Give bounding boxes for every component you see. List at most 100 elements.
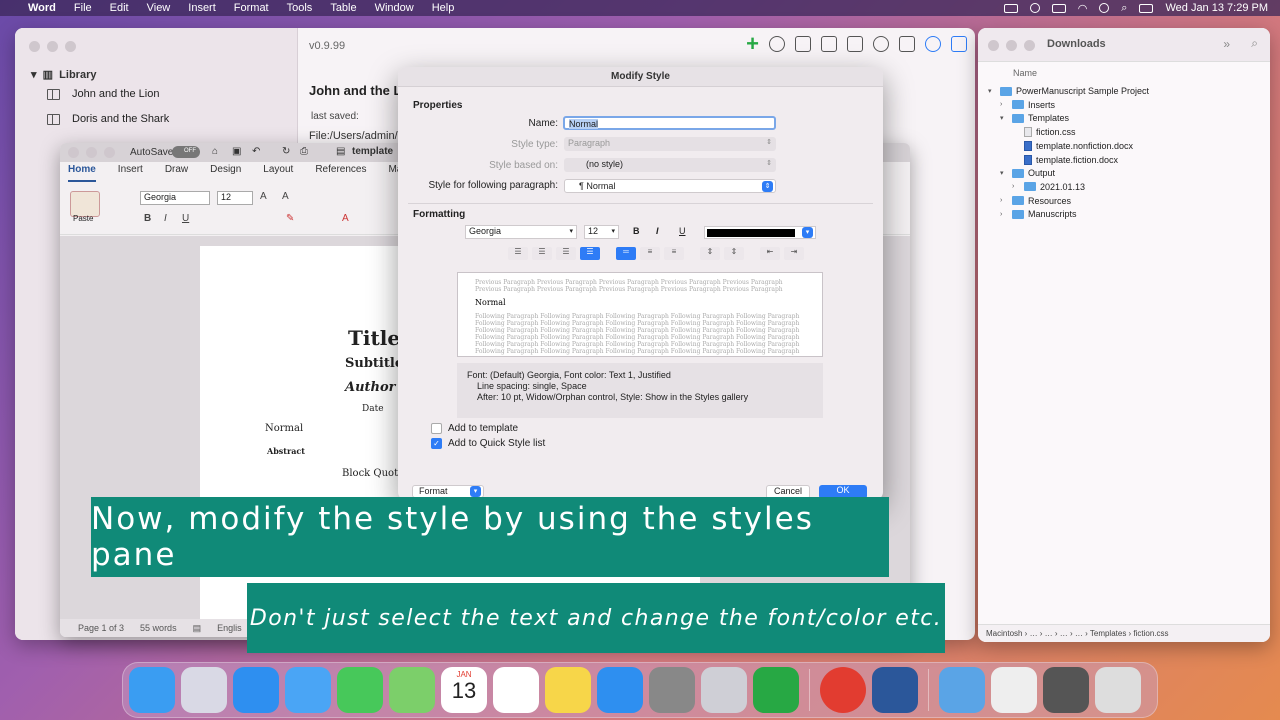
disclosure-closed-icon[interactable]: ›: [1000, 211, 1008, 218]
shield-icon[interactable]: [951, 36, 967, 52]
finder-row[interactable]: ▾ Templates: [1000, 113, 1069, 123]
tab-draw[interactable]: Draw: [165, 164, 188, 182]
finder-icon[interactable]: [129, 667, 175, 713]
tab-insert[interactable]: Insert: [118, 164, 143, 182]
menu-table[interactable]: Table: [330, 2, 356, 14]
finder-row[interactable]: fiction.css: [1012, 127, 1076, 138]
vim-icon[interactable]: [753, 667, 799, 713]
wifi-icon[interactable]: ◠: [1078, 2, 1088, 15]
tab-layout[interactable]: Layout: [263, 164, 293, 182]
battery-icon[interactable]: [1051, 3, 1066, 13]
calendar-icon[interactable]: JAN 13: [441, 667, 487, 713]
proofing-icon[interactable]: ▤: [193, 623, 202, 634]
safari-icon[interactable]: [233, 667, 279, 713]
add-template-checkbox[interactable]: [431, 423, 442, 434]
gear-icon[interactable]: [769, 36, 785, 52]
finder-row[interactable]: › Manuscripts: [1000, 209, 1077, 219]
finder-row[interactable]: template.nonfiction.docx: [1012, 140, 1133, 151]
app-store-icon[interactable]: [597, 667, 643, 713]
following-popup[interactable]: ¶ Normal ⇕: [564, 179, 776, 193]
cart-icon[interactable]: [899, 36, 915, 52]
notes-icon[interactable]: [545, 667, 591, 713]
inbox-icon[interactable]: [821, 36, 837, 52]
finder-row[interactable]: › Resources: [1000, 196, 1071, 206]
disclosure-open-icon[interactable]: ▾: [1000, 114, 1008, 122]
font-name-box[interactable]: Georgia: [140, 191, 210, 205]
chat-icon[interactable]: [873, 36, 889, 52]
menu-tools[interactable]: Tools: [287, 2, 313, 14]
library-item-john[interactable]: John and the Lion: [47, 85, 159, 103]
disclosure-closed-icon[interactable]: ›: [1000, 197, 1008, 204]
unlock-icon[interactable]: [847, 36, 863, 52]
user-icon[interactable]: [1099, 3, 1110, 13]
menu-format[interactable]: Format: [234, 2, 269, 14]
increase-indent-icon[interactable]: ⇥: [784, 247, 804, 260]
align-left-icon[interactable]: ☰: [508, 247, 528, 260]
home-icon[interactable]: ⌂: [212, 146, 218, 157]
help-icon[interactable]: [925, 36, 941, 52]
single-spacing-icon[interactable]: ═: [616, 247, 636, 260]
spotlight-icon[interactable]: ⌕: [1121, 2, 1127, 15]
format-font-popup[interactable]: Georgia ▾: [465, 225, 577, 239]
font-color-well[interactable]: ▾: [704, 226, 816, 239]
trash-icon[interactable]: [1095, 667, 1141, 713]
mail-icon[interactable]: [285, 667, 331, 713]
pm-traffic-lights[interactable]: [29, 41, 76, 52]
tab-references[interactable]: References: [315, 164, 366, 182]
finder-row[interactable]: ▾ Output: [1000, 168, 1055, 178]
style-name-field[interactable]: Normal: [563, 116, 776, 130]
search-icon[interactable]: ⌕: [1251, 36, 1258, 51]
screen-icon[interactable]: [1003, 3, 1018, 13]
italic-icon[interactable]: I: [164, 213, 167, 224]
finder-row[interactable]: › Inserts: [1000, 100, 1055, 110]
add-icon[interactable]: +: [746, 33, 759, 55]
finder-column-name[interactable]: Name: [1013, 68, 1037, 78]
maps-icon[interactable]: [389, 667, 435, 713]
align-right-icon[interactable]: ☰: [556, 247, 576, 260]
underline-icon[interactable]: U: [182, 213, 189, 224]
autosave-toggle[interactable]: OFF: [172, 146, 200, 158]
library-heading[interactable]: ▾ ▥ Library: [31, 68, 96, 81]
finder-row[interactable]: ▾ PowerManuscript Sample Project: [988, 86, 1149, 96]
menu-view[interactable]: View: [147, 2, 171, 14]
space-after-icon[interactable]: ⇕: [724, 247, 744, 260]
align-center-icon[interactable]: ☰: [532, 247, 552, 260]
one-half-spacing-icon[interactable]: ≡: [640, 247, 660, 260]
menu-help[interactable]: Help: [432, 2, 455, 14]
menu-clock[interactable]: Wed Jan 13 7:29 PM: [1165, 2, 1268, 14]
reminders-icon[interactable]: [493, 667, 539, 713]
chevron-right-icon[interactable]: »: [1223, 37, 1230, 51]
print-icon[interactable]: ⎙: [300, 146, 308, 157]
based-on-popup[interactable]: (no style) ⇕: [564, 158, 776, 172]
undo-icon[interactable]: ↶: [252, 146, 260, 157]
status-icon[interactable]: [1029, 3, 1040, 13]
paste-label[interactable]: Paste: [73, 214, 93, 223]
word-traffic-lights[interactable]: [68, 147, 115, 158]
finder-row[interactable]: template.fiction.docx: [1012, 154, 1118, 165]
photo-slideshow-icon[interactable]: [701, 667, 747, 713]
disclosure-open-icon[interactable]: ▾: [988, 87, 996, 95]
space-before-icon[interactable]: ⇕: [700, 247, 720, 260]
downloads-folder-icon[interactable]: [939, 667, 985, 713]
word-count[interactable]: 55 words: [140, 623, 177, 633]
finder-traffic-lights[interactable]: [988, 40, 1035, 51]
stack-2-icon[interactable]: [1043, 667, 1089, 713]
tab-home[interactable]: Home: [68, 164, 96, 182]
menu-app-name[interactable]: Word: [28, 2, 56, 14]
stack-1-icon[interactable]: [991, 667, 1037, 713]
shrink-font-icon[interactable]: A: [282, 191, 289, 202]
bold-icon[interactable]: B: [144, 213, 151, 224]
messages-icon[interactable]: [337, 667, 383, 713]
add-quick-row[interactable]: ✓ Add to Quick Style list: [431, 438, 545, 449]
font-size-box[interactable]: 12: [217, 191, 253, 205]
control-center-icon[interactable]: [1139, 3, 1154, 13]
library-item-doris[interactable]: Doris and the Shark: [47, 110, 169, 128]
language[interactable]: Englis: [217, 623, 242, 633]
align-justify-icon[interactable]: ☰: [580, 247, 600, 260]
menu-edit[interactable]: Edit: [110, 2, 129, 14]
format-size-popup[interactable]: 12 ▾: [584, 225, 619, 239]
format-bold-button[interactable]: B: [633, 226, 640, 236]
document-icon[interactable]: [795, 36, 811, 52]
tab-design[interactable]: Design: [210, 164, 241, 182]
disclosure-open-icon[interactable]: ▾: [1000, 169, 1008, 177]
